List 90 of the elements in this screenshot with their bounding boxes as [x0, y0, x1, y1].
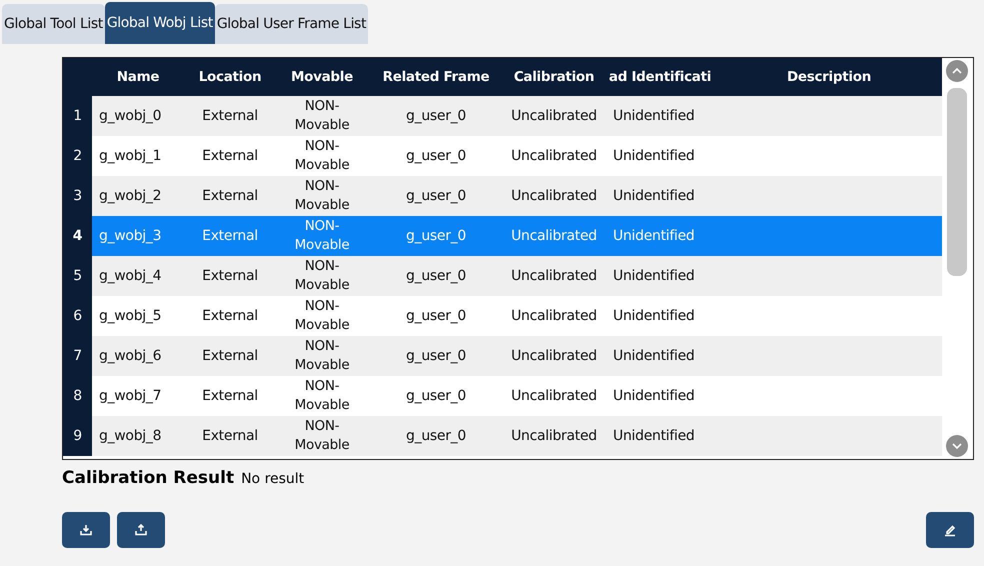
table-cell-text: g_user_0	[405, 386, 467, 406]
table-cell-text: NON-Movable	[294, 217, 350, 255]
table-cell-text: External	[201, 146, 259, 166]
table-cell-text: External	[201, 426, 259, 446]
table-cell-text: Unidentified	[612, 346, 696, 366]
table-row[interactable]: 9 g_wobj_8 External NON-Movable g_user_0 Uncalibrated Unidentified	[63, 416, 942, 456]
table-cell-text: External	[201, 266, 259, 286]
table-cell-text: NON-Movable	[294, 377, 350, 415]
edit-button[interactable]	[926, 512, 974, 548]
table-cell-text: Uncalibrated	[510, 426, 598, 446]
table-cell-text: Unidentified	[612, 386, 696, 406]
table-cell-text: g_wobj_7	[98, 386, 162, 406]
table-cell-text: External	[201, 226, 259, 246]
tab[interactable]: Global Wobj List	[104, 2, 215, 44]
row-number: 7	[63, 336, 92, 376]
row-number: 5	[63, 256, 92, 296]
table-cell-text: g_user_0	[405, 106, 467, 126]
pencil-icon	[943, 523, 957, 537]
table-cell-text: g_wobj_8	[98, 426, 162, 446]
table-cell-text: NON-Movable	[294, 417, 350, 455]
table-cell-text: Unidentified	[612, 146, 696, 166]
table-cell-text: Uncalibrated	[510, 226, 598, 246]
table-cell-text: Unidentified	[612, 226, 696, 246]
table-cell-text: Unidentified	[612, 426, 696, 446]
row-number: 6	[63, 296, 92, 336]
table-cell-text: Unidentified	[612, 106, 696, 126]
column-header: Related Frame	[382, 69, 490, 85]
table-cell-text: g_user_0	[405, 146, 467, 166]
scroll-down-button[interactable]	[946, 435, 968, 457]
table-cell-text: g_wobj_0	[98, 106, 162, 126]
table-cell-text: g_user_0	[405, 426, 467, 446]
table-cell-text: NON-Movable	[294, 257, 350, 295]
table-cell-text: g_wobj_5	[98, 306, 162, 326]
table-cell-text: Uncalibrated	[510, 146, 598, 166]
scrollbar-thumb[interactable]	[947, 88, 967, 276]
table-cell-text: Unidentified	[612, 266, 696, 286]
table-cell-text: External	[201, 306, 259, 326]
table-cell-text: g_user_0	[405, 226, 467, 246]
table-cell-text: Uncalibrated	[510, 106, 598, 126]
calibration-result-value: No result	[241, 471, 304, 487]
table-cell-text: NON-Movable	[294, 137, 350, 175]
table-cell-text: NON-Movable	[294, 97, 350, 135]
table-row[interactable]: 7 g_wobj_6 External NON-Movable g_user_0 Uncalibrated Unidentified	[63, 336, 942, 376]
table-cell-text: g_wobj_2	[98, 186, 162, 206]
table-cell-text: g_user_0	[405, 186, 467, 206]
row-number: 9	[63, 416, 92, 456]
column-header: Location	[198, 69, 262, 85]
scroll-up-button[interactable]	[946, 60, 968, 82]
table-cell-text: g_wobj_1	[98, 146, 162, 166]
tab[interactable]: Global Tool List	[2, 4, 105, 44]
column-header: Description	[786, 69, 872, 85]
table-cell-text: NON-Movable	[294, 177, 350, 215]
table-row[interactable]: 5 g_wobj_4 External NON-Movable g_user_0 Uncalibrated Unidentified	[63, 256, 942, 296]
table-cell-text: NON-Movable	[294, 337, 350, 375]
row-number: 4	[63, 216, 92, 256]
tab[interactable]: Global User Frame List	[214, 4, 368, 44]
row-number: 1	[63, 96, 92, 136]
table-cell-text: Uncalibrated	[510, 186, 598, 206]
table-cell-text: Uncalibrated	[510, 346, 598, 366]
import-button[interactable]	[62, 512, 110, 548]
row-number: 8	[63, 376, 92, 416]
table-cell-text: External	[201, 346, 259, 366]
table-cell-text: g_user_0	[405, 266, 467, 286]
table-cell-text: g_user_0	[405, 346, 467, 366]
column-header: ad Identificati	[608, 69, 712, 85]
table-cell-text: g_wobj_3	[98, 226, 162, 246]
table-cell-text: Uncalibrated	[510, 266, 598, 286]
table-cell-text: g_wobj_4	[98, 266, 162, 286]
row-number: 3	[63, 176, 92, 216]
table-cell-text: g_wobj_6	[98, 346, 162, 366]
table-cell-text: External	[201, 186, 259, 206]
calibration-result-label: Calibration Result	[62, 468, 234, 488]
table-row[interactable]: 4 g_wobj_3 External NON-Movable g_user_0 Uncalibrated Unidentified	[63, 216, 942, 256]
table-cell-text: External	[201, 106, 259, 126]
table-cell-text: Unidentified	[612, 186, 696, 206]
column-header: Name	[116, 69, 160, 85]
table-cell-text: Unidentified	[612, 306, 696, 326]
column-header: Calibration	[512, 69, 596, 85]
export-button[interactable]	[117, 512, 165, 548]
table-cell-text: g_user_0	[405, 306, 467, 326]
row-number: 2	[63, 136, 92, 176]
column-header: Movable	[290, 69, 354, 85]
download-icon	[79, 523, 93, 537]
table-cell-text: Uncalibrated	[510, 386, 598, 406]
table-row[interactable]: 3 g_wobj_2 External NON-Movable g_user_0 Uncalibrated Unidentified	[63, 176, 942, 216]
table-cell-text: External	[201, 386, 259, 406]
table-cell-text: NON-Movable	[294, 297, 350, 335]
table-cell-text: Uncalibrated	[510, 306, 598, 326]
table-row[interactable]: 1 g_wobj_0 External NON-Movable g_user_0 Uncalibrated Unidentified	[63, 96, 942, 136]
upload-icon	[134, 523, 148, 537]
